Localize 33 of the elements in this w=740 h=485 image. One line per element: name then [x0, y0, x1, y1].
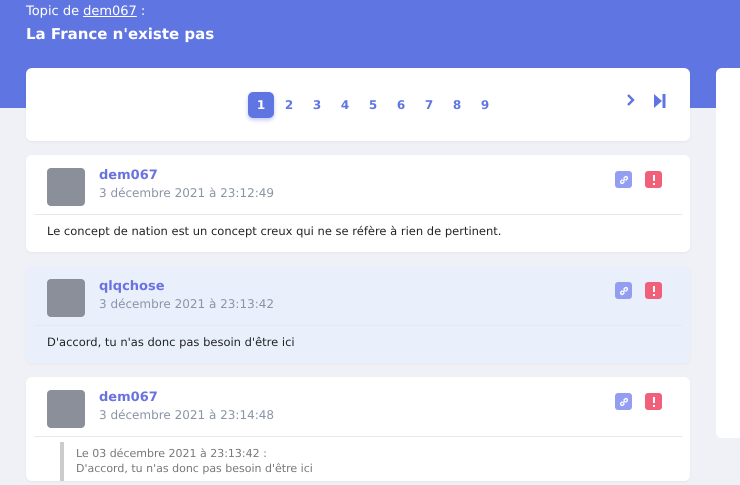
report-icon[interactable]: [645, 393, 662, 410]
quote-text: D'accord, tu n'as donc pas besoin d'être ici: [76, 461, 314, 477]
page-button[interactable]: 8: [444, 92, 470, 118]
page-button[interactable]: 2: [276, 92, 302, 118]
page-button[interactable]: 7: [416, 92, 442, 118]
topic-label: Topic de: [26, 4, 80, 19]
report-icon[interactable]: [645, 171, 662, 188]
post-date: 3 décembre 2021 à 23:13:42: [99, 297, 276, 311]
post-author[interactable]: qlqchose: [99, 279, 615, 294]
page-button[interactable]: 9: [472, 92, 498, 118]
quote-heading: Le 03 décembre 2021 à 23:13:42 :: [76, 446, 268, 462]
link-icon[interactable]: [615, 282, 632, 299]
report-icon[interactable]: [645, 282, 662, 299]
link-icon[interactable]: [615, 171, 632, 188]
page-button[interactable]: 6: [388, 92, 414, 118]
post-author[interactable]: dem067: [99, 390, 615, 405]
colon-text: :: [140, 4, 146, 19]
avatar-placeholder: [47, 279, 85, 317]
post-date: 3 décembre 2021 à 23:14:48: [99, 408, 276, 422]
page-button[interactable]: 1: [248, 92, 274, 118]
page-button[interactable]: 3: [304, 92, 330, 118]
link-icon[interactable]: [615, 393, 632, 410]
post-date: 3 décembre 2021 à 23:12:49: [99, 186, 276, 200]
avatar-placeholder: [47, 390, 85, 428]
avatar-placeholder: [47, 168, 85, 206]
post-text: Le concept de nation est un concept creux qui ne se réfère à rien de pertinent.: [46, 223, 502, 240]
post-text: D'accord, tu n'as donc pas besoin d'être ici: [46, 334, 296, 351]
page-button[interactable]: 5: [360, 92, 386, 118]
last-page-icon[interactable]: [652, 92, 668, 110]
page-button[interactable]: 4: [332, 92, 358, 118]
post-author[interactable]: dem067: [99, 168, 615, 183]
topic-title: La France n'existe pas: [26, 25, 216, 43]
author-link[interactable]: dem067: [83, 4, 137, 19]
